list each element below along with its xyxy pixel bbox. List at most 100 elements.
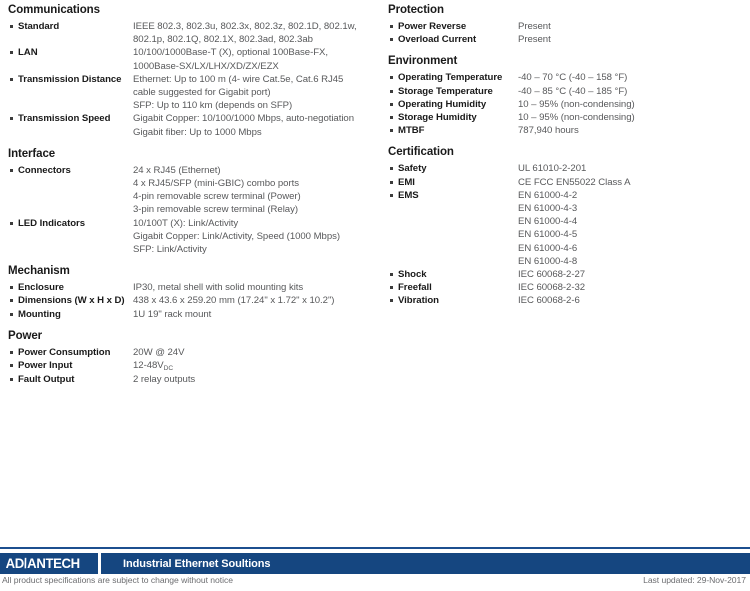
spec-value: 1U 19" rack mount (133, 308, 212, 320)
bullet-icon (8, 346, 18, 354)
spec-label: Connectors (18, 164, 71, 176)
section-title: Mechanism (8, 265, 70, 278)
bullet-icon (388, 111, 398, 120)
bullet-icon (388, 189, 398, 197)
spec-section: Protection Power Reverse Present Overload C… (388, 0, 748, 46)
bullet-icon (388, 85, 398, 93)
section-title: Power (8, 329, 43, 342)
bullet-icon (388, 162, 398, 171)
page-footer: AD\ANTECH Industrial Ethernet Soultions … (0, 547, 750, 591)
footer-last-updated: Last updated: 29-Nov-2017 (643, 575, 746, 585)
bullet-icon (8, 359, 18, 368)
section-title: Protection (388, 4, 444, 16)
spec-label: Enclosure (18, 282, 64, 294)
spec-row: MTBF 787,940 hours (388, 124, 748, 137)
bullet-icon (388, 98, 398, 106)
spec-row: Fault Output 2 relay outputs (8, 373, 380, 386)
section-title: Communications (8, 4, 100, 16)
spec-value: 20W @ 24V (133, 346, 185, 358)
spec-label: Shock (398, 269, 427, 281)
bullet-icon (8, 73, 18, 81)
spec-value: 10 – 95% (non-condensing) (518, 112, 635, 124)
spec-label: LED Indicators (18, 217, 85, 229)
spec-label: EMS (398, 189, 419, 201)
spec-value: Present (518, 21, 551, 32)
spec-row: Standard IEEE 802.3, 802.3u, 802.3x, 802.… (8, 20, 380, 46)
spec-label: Operating Temperature (398, 72, 503, 84)
logo-text-part1: AD (5, 555, 25, 571)
bullet-icon (388, 294, 398, 303)
bullet-icon (388, 268, 398, 277)
spec-row: Storage Temperature -40 – 85 °C (-40 – 18… (388, 85, 748, 98)
spec-row: Power Input 12-48VDC (8, 359, 380, 373)
section-title: Certification (388, 146, 454, 159)
bullet-icon (8, 217, 18, 225)
advantech-logo: AD\ANTECH (0, 553, 90, 574)
bullet-icon (8, 308, 18, 316)
spec-label: Overload Current (398, 34, 477, 46)
section-title: Interface (8, 147, 56, 160)
spec-label: Power Input (18, 360, 73, 372)
spec-row: Dimensions (W x H x D) 438 x 43.6 x 259.2… (8, 294, 380, 307)
spec-value: Present (518, 34, 551, 46)
spec-row: EMI CE FCC EN55022 Class A (388, 176, 748, 189)
spec-row: LED Indicators 10/100T (X): Link/Activity… (8, 217, 380, 257)
spec-value: IEEE 802.3, 802.3u, 802.3x, 802.3z, 802.… (133, 21, 357, 46)
spec-label: Freefall (398, 282, 432, 294)
spec-value: 24 x RJ45 (Ethernet) 4 x RJ45/SFP (mini-… (133, 164, 301, 216)
spec-sheet: Communications Standard IEEE 802.3, 802.3u… (0, 0, 750, 591)
spec-row: Power Consumption 20W @ 24V (8, 346, 380, 359)
bullet-icon (8, 373, 18, 382)
spec-row: EMS EN 61000-4-2 EN 61000-4-3 EN 61000-4-… (388, 189, 748, 268)
spec-section: Mechanism Enclosure IP30, metal shell with… (8, 258, 380, 321)
spec-value: CE FCC EN55022 Class A (518, 176, 631, 188)
spec-label: Power Consumption (18, 346, 111, 358)
bullet-icon (8, 46, 18, 55)
spec-label: Storage Humidity (398, 112, 477, 124)
spec-row: Vibration IEC 60068-2-6 (388, 294, 748, 307)
spec-value-text: 12-48V (133, 360, 164, 372)
bullet-icon (8, 281, 18, 290)
spec-label: EMI (398, 176, 415, 188)
spec-row: Storage Humidity 10 – 95% (non-condensing… (388, 111, 748, 124)
spec-row: Enclosure IP30, metal shell with solid mo… (8, 281, 380, 294)
bullet-icon (388, 71, 398, 80)
bullet-icon (388, 281, 398, 290)
spec-value: 12-48VDC (133, 359, 380, 373)
spec-value: -40 – 85 °C (-40 – 185 °F) (518, 85, 628, 97)
spec-row: Power Reverse Present (388, 20, 748, 33)
spec-value: Ethernet: Up to 100 m (4- wire Cat.5e, C… (133, 73, 344, 112)
spec-value: 2 relay outputs (133, 374, 196, 386)
spec-value: 10/100/1000Base-T (X), optional 100Base-… (133, 47, 329, 72)
footer-tagline: Industrial Ethernet Soultions (123, 557, 271, 570)
footer-disclaimer: All product specifications are subject t… (2, 575, 233, 585)
spec-section: Communications Standard IEEE 802.3, 802.3u… (8, 0, 380, 139)
bullet-icon (8, 164, 18, 172)
spec-row: Overload Current Present (388, 33, 748, 46)
footer-rule (0, 547, 750, 549)
spec-label: Transmission Distance (18, 73, 122, 85)
bullet-icon (388, 124, 398, 133)
spec-label: Dimensions (W x H x D) (18, 295, 125, 307)
bullet-icon (8, 112, 18, 121)
spec-label: MTBF (398, 125, 425, 137)
spec-row: Freefall IEC 60068-2-32 (388, 281, 748, 294)
right-column: Protection Power Reverse Present Overload C… (388, 0, 748, 310)
spec-section: Power Power Consumption 20W @ 24V Power Inp… (8, 323, 380, 387)
spec-label: Mounting (18, 308, 61, 320)
bullet-icon (8, 20, 18, 28)
spec-section: Environment Operating Temperature -40 – 70… (388, 48, 748, 137)
spec-value: 438 x 43.6 x 259.20 mm (17.24" x 1.72" x… (133, 295, 335, 307)
spec-label: Storage Temperature (398, 85, 493, 97)
footer-brand-bar: AD\ANTECH Industrial Ethernet Soultions (0, 553, 750, 574)
spec-value: IEC 60068-2-6 (518, 295, 580, 307)
spec-value: -40 – 70 °C (-40 – 158 °F) (518, 72, 628, 84)
logo-text-part2: ANTECH (27, 555, 80, 571)
spec-value-subscript: DC (163, 365, 174, 373)
spec-value: IEC 60068-2-27 (518, 269, 586, 281)
spec-value: 10 – 95% (non-condensing) (518, 98, 635, 110)
spec-row: Mounting 1U 19" rack mount (8, 308, 380, 321)
spec-label: Fault Output (18, 374, 75, 386)
spec-row: Safety UL 61010-2-201 (388, 162, 748, 175)
bullet-icon (388, 33, 398, 42)
